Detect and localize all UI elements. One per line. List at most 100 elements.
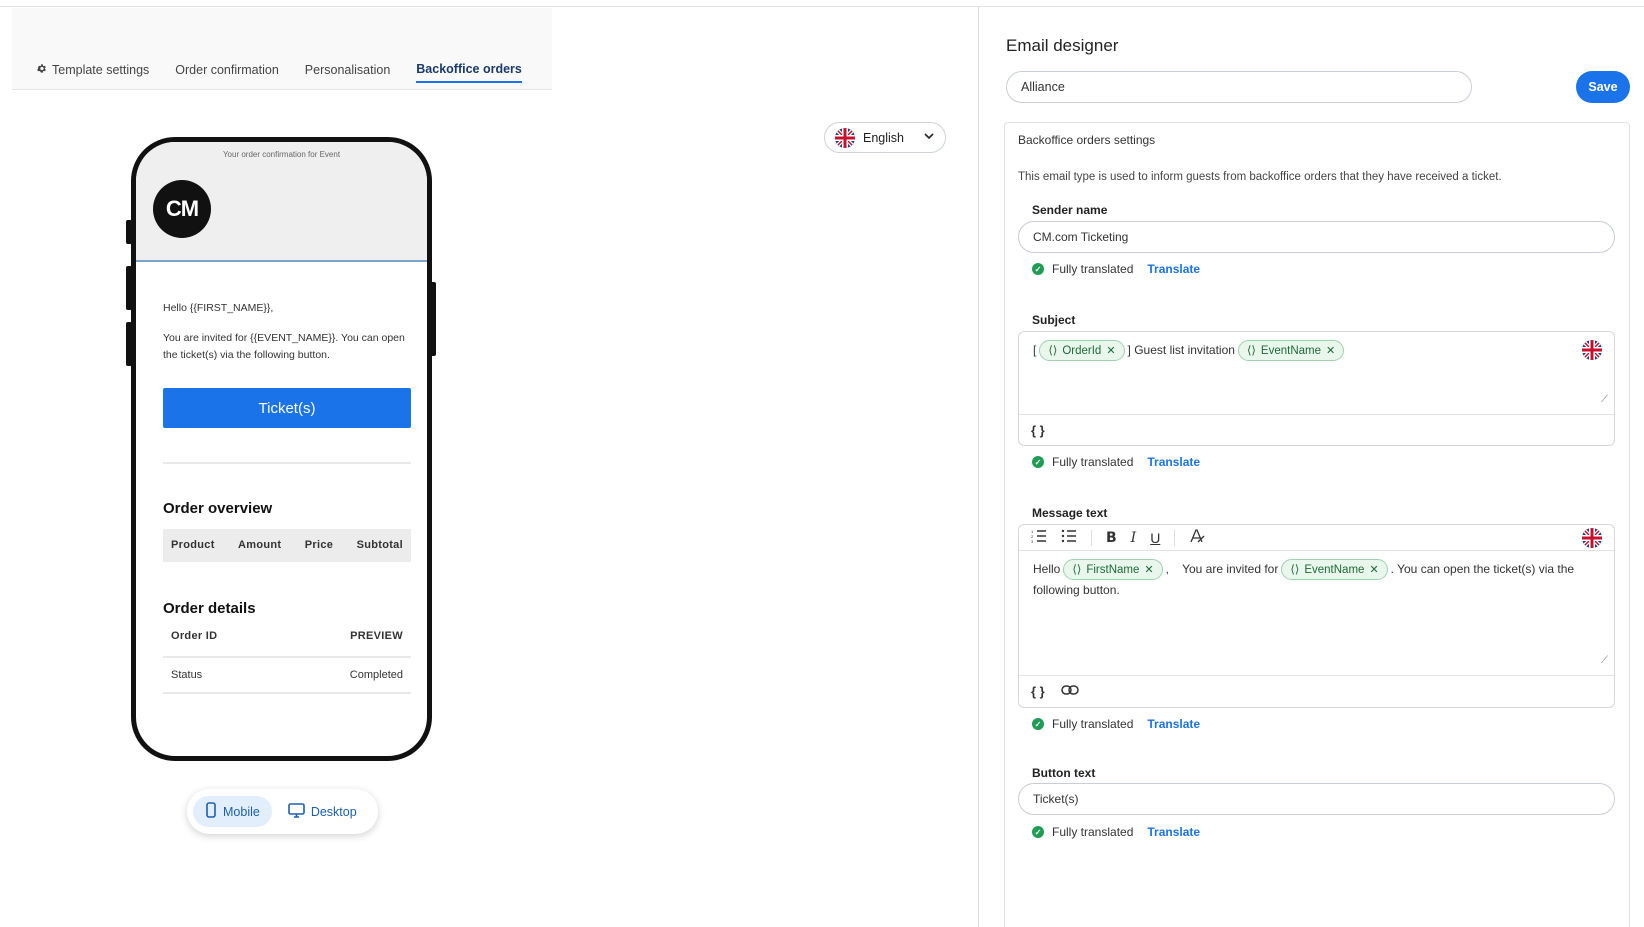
chip-label: OrderId (1062, 344, 1102, 357)
column-header: Subtotal (356, 539, 403, 551)
gear-icon (36, 63, 47, 77)
subject-editor[interactable]: [⟨⟩ OrderId ✕] Guest list invitation ⟨⟩ Even… (1018, 331, 1615, 446)
overview-table-header: Product Amount Price Subtotal (163, 529, 411, 562)
status-text: Fully translated (1052, 455, 1134, 469)
tab-personalisation[interactable]: Personalisation (305, 62, 390, 83)
braces-icon: ⟨⟩ (1072, 563, 1082, 576)
remove-chip-icon[interactable]: ✕ (1106, 341, 1115, 361)
page-title: Email designer (1006, 36, 1119, 55)
subject-prefix: [ (1033, 343, 1037, 357)
chip-label: EventName (1260, 344, 1322, 357)
variable-chip-eventname[interactable]: ⟨⟩ EventName ✕ (1237, 340, 1345, 362)
insert-variable-icon[interactable]: { } (1031, 423, 1045, 438)
braces-icon: ⟨⟩ (1290, 563, 1300, 576)
button-text-input[interactable]: Ticket(s) (1018, 783, 1615, 815)
resize-handle-icon[interactable]: ⟋ (1601, 651, 1608, 671)
cm-logo: CM (153, 180, 211, 238)
message-text-label: Message text (1032, 506, 1108, 520)
message-editor-footer: { } (1019, 675, 1614, 707)
button-text-label: Button text (1032, 766, 1096, 780)
variable-chip-eventname[interactable]: ⟨⟩ EventName ✕ (1281, 559, 1388, 581)
section-title: Backoffice orders settings (1018, 133, 1156, 147)
remove-chip-icon[interactable]: ✕ (1144, 560, 1153, 580)
subject-text-area[interactable]: [⟨⟩ OrderId ✕] Guest list invitation ⟨⟩ Even… (1019, 332, 1614, 414)
detail-value: Completed (349, 668, 403, 681)
underline-icon[interactable]: U (1150, 530, 1160, 546)
column-header: Price (304, 539, 334, 551)
section-description: This email type is used to inform guests… (1018, 171, 1502, 183)
subject-label: Subject (1032, 313, 1076, 327)
table-row: Status Completed (163, 658, 411, 694)
pane-divider (978, 7, 979, 927)
intro-text: You are invited for {{EVENT_NAME}}. You … (163, 332, 405, 361)
tab-order-confirmation[interactable]: Order confirmation (175, 62, 279, 83)
detail-value: PREVIEW (350, 630, 403, 642)
table-row: Order ID PREVIEW (163, 617, 411, 658)
sender-name-input[interactable]: CM.com Ticketing (1018, 221, 1615, 253)
message-text-area[interactable]: Hello ⟨⟩ FirstName ✕, You are invited for ⟨⟩… (1019, 551, 1614, 675)
translate-link[interactable]: Translate (1147, 455, 1200, 469)
insert-variable-icon[interactable]: { } (1031, 684, 1045, 699)
bullet-list-icon[interactable] (1061, 529, 1077, 546)
chevron-down-icon (923, 130, 935, 145)
email-body: Hello {{FIRST_NAME}}, You are invited fo… (136, 300, 427, 694)
bold-icon[interactable]: B (1106, 530, 1117, 546)
translate-link[interactable]: Translate (1147, 262, 1200, 276)
column-header: Product (171, 539, 215, 551)
mobile-view-button[interactable]: Mobile (193, 796, 272, 827)
phone-preview: Your order confirmation for Event CM Hel… (131, 137, 432, 761)
desktop-icon (288, 802, 305, 821)
desktop-label: Desktop (310, 804, 357, 819)
tab-label: Backoffice orders (416, 62, 522, 76)
uk-flag-icon[interactable] (1582, 340, 1602, 360)
toolbar-separator (1174, 529, 1176, 546)
button-translation-status: ✓ Fully translated Translate (1032, 825, 1200, 839)
language-value: English (863, 130, 904, 145)
ticket-button[interactable]: Ticket(s) (163, 388, 411, 428)
uk-flag-icon[interactable] (1582, 528, 1602, 548)
translate-link[interactable]: Translate (1147, 717, 1200, 731)
tab-template-settings[interactable]: Template settings (36, 62, 149, 83)
message-hello: Hello (1033, 562, 1061, 576)
braces-icon: ⟨⟩ (1048, 344, 1058, 357)
column-header: Amount (238, 539, 282, 551)
mobile-icon (205, 802, 217, 821)
template-name-input[interactable]: Alliance (1006, 71, 1472, 103)
message-tail-line2: following button. (1033, 583, 1120, 598)
divider (163, 462, 411, 464)
check-circle-icon: ✓ (1032, 263, 1044, 275)
order-overview-title: Order overview (163, 500, 273, 517)
message-editor[interactable]: 123 B I U Hello ⟨⟩ FirstName ✕, You are inv… (1018, 524, 1615, 708)
link-icon[interactable] (1060, 684, 1079, 699)
language-select[interactable]: English (824, 122, 946, 153)
remove-chip-icon[interactable]: ✕ (1369, 560, 1378, 580)
variable-chip-firstname[interactable]: ⟨⟩ FirstName ✕ (1063, 559, 1163, 581)
mobile-label: Mobile (223, 804, 260, 819)
sender-translation-status: ✓ Fully translated Translate (1032, 262, 1200, 276)
sender-name-label: Sender name (1032, 203, 1108, 217)
remove-chip-icon[interactable]: ✕ (1326, 341, 1335, 361)
email-header: Your order confirmation for Event CM (136, 142, 427, 262)
tab-backoffice-orders[interactable]: Backoffice orders (416, 62, 522, 83)
status-text: Fully translated (1052, 717, 1134, 731)
detail-label: Status (171, 668, 203, 681)
clear-format-icon[interactable] (1189, 529, 1205, 546)
status-text: Fully translated (1052, 825, 1134, 839)
translate-link[interactable]: Translate (1147, 825, 1200, 839)
chip-label: EventName (1304, 563, 1365, 576)
order-details-title: Order details (163, 600, 256, 617)
save-button[interactable]: Save (1576, 71, 1630, 103)
top-border (0, 0, 1644, 7)
message-comma: , (1165, 562, 1169, 576)
variable-chip-orderid[interactable]: ⟨⟩ OrderId ✕ (1039, 340, 1125, 362)
italic-icon[interactable]: I (1131, 530, 1137, 546)
resize-handle-icon[interactable]: ⟋ (1601, 390, 1608, 410)
ordered-list-icon[interactable]: 123 (1031, 529, 1047, 546)
desktop-view-button[interactable]: Desktop (276, 797, 369, 827)
check-circle-icon: ✓ (1032, 718, 1044, 730)
view-toggle: Mobile Desktop (187, 789, 378, 834)
subject-translation-status: ✓ Fully translated Translate (1032, 455, 1200, 469)
message-tail: . You can open the ticket(s) via the (1390, 562, 1575, 576)
subject-editor-footer: { } (1019, 414, 1614, 446)
chip-label: FirstName (1086, 563, 1140, 576)
